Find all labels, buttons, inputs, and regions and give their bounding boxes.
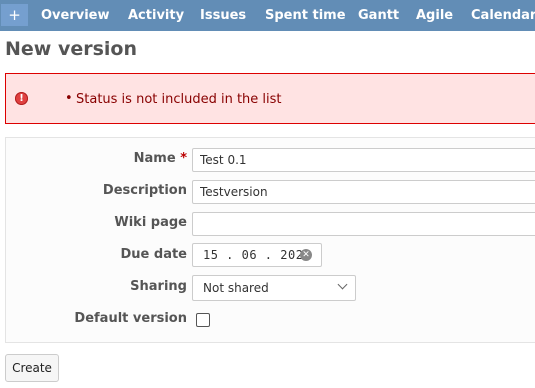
sharing-label: Sharing: [130, 279, 187, 294]
exclamation-circle-icon: !: [15, 92, 28, 105]
name-field[interactable]: [192, 148, 535, 172]
tab-overview[interactable]: Overview: [41, 0, 110, 31]
tab-agile[interactable]: Agile: [416, 0, 453, 31]
sharing-select[interactable]: Not shared: [192, 275, 356, 301]
required-mark: *: [180, 151, 187, 166]
default-version-label: Default version: [74, 311, 187, 326]
create-button[interactable]: Create: [5, 354, 59, 382]
wiki-page-label: Wiki page: [114, 215, 187, 230]
tab-issues[interactable]: Issues: [200, 0, 246, 31]
error-bullet: •: [65, 91, 73, 106]
main-menu: + Overview Activity Issues Spent time Ga…: [0, 0, 535, 31]
page-title: New version: [5, 38, 137, 60]
tab-spent-time[interactable]: Spent time: [265, 0, 346, 31]
chevron-down-icon: [337, 279, 348, 290]
new-object-button[interactable]: +: [1, 4, 28, 26]
default-version-checkbox[interactable]: [196, 313, 210, 327]
tab-activity[interactable]: Activity: [128, 0, 184, 31]
due-date-field[interactable]: 15 . 06 . 2023 ✕: [192, 243, 322, 267]
clear-icon[interactable]: ✕: [300, 249, 312, 261]
description-label: Description: [102, 183, 187, 198]
wiki-page-field[interactable]: [192, 212, 535, 236]
tab-gantt[interactable]: Gantt: [358, 0, 399, 31]
error-explanation: ! • Status is not included in the list: [5, 73, 535, 124]
error-message: Status is not included in the list: [76, 92, 282, 107]
due-date-value: 15 . 06 . 2023: [203, 248, 312, 262]
sharing-selected-value: Not shared: [203, 281, 269, 295]
due-date-label: Due date: [120, 247, 188, 262]
name-label: Name *: [133, 151, 187, 166]
description-field[interactable]: [192, 180, 535, 204]
tab-calendar[interactable]: Calendar: [471, 0, 535, 31]
